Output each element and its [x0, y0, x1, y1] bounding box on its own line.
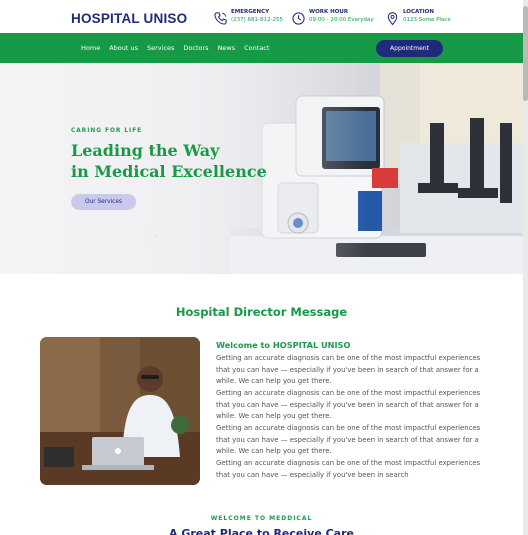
- work-hour-value: 09:00 - 20:00 Everyday: [309, 17, 374, 23]
- work-hour-label: WORK HOUR: [309, 9, 349, 15]
- emergency-label: EMERGENCY: [231, 9, 270, 15]
- page-scrollbar[interactable]: [523, 0, 528, 535]
- director-photo: [40, 337, 200, 485]
- hero-eyebrow: CARING FOR LIFE: [71, 128, 143, 134]
- emergency-info: EMERGENCY (237) 681-812-255: [213, 9, 283, 26]
- welcome-section-eyebrow: WELCOME TO MEDDICAL: [210, 515, 313, 522]
- phone-icon: [214, 12, 227, 25]
- location-info: LOCATION 0123 Some Place: [385, 9, 451, 26]
- director-paragraph-4: Getting an accurate diagnosis can be one…: [216, 459, 481, 479]
- nav-doctors[interactable]: Doctors: [183, 44, 208, 52]
- nav-services[interactable]: Services: [147, 44, 174, 52]
- location-pin-icon: [387, 12, 398, 26]
- director-paragraph-3: Getting an accurate diagnosis can be one…: [216, 424, 481, 456]
- nav-home[interactable]: Home: [81, 44, 100, 52]
- nav-contact[interactable]: Contact: [244, 44, 269, 52]
- nav-news[interactable]: News: [218, 44, 236, 52]
- page: HOSPITAL UNISO EMERGENCY (237) 681-812-2…: [0, 0, 523, 535]
- hero-title-line1: Leading the Way: [71, 141, 220, 160]
- location-value: 0123 Some Place: [403, 17, 451, 23]
- emergency-phone[interactable]: (237) 681-812-255: [231, 16, 283, 24]
- director-welcome-heading: Welcome to HOSPITAL UNISO: [216, 340, 351, 350]
- hero-title: Leading the Way in Medical Excellence: [71, 140, 267, 182]
- location-label: LOCATION: [403, 9, 434, 15]
- hero-title-line2: in Medical Excellence: [71, 162, 267, 181]
- director-paragraph-2: Getting an accurate diagnosis can be one…: [216, 389, 481, 421]
- top-bar: HOSPITAL UNISO EMERGENCY (237) 681-812-2…: [0, 0, 523, 33]
- welcome-section-title: A Great Place to Receive Care: [168, 527, 354, 535]
- our-services-button[interactable]: Our Services: [71, 194, 136, 210]
- main-nav: Home About us Services Doctors News Cont…: [0, 33, 523, 63]
- nav-about-us[interactable]: About us: [109, 44, 138, 52]
- director-section-title: Hospital Director Message: [175, 305, 348, 319]
- scrollbar-thumb[interactable]: [523, 6, 528, 101]
- appointment-button[interactable]: Appointment: [376, 40, 443, 57]
- clock-icon: [292, 12, 305, 25]
- director-paragraph-1: Getting an accurate diagnosis can be one…: [216, 354, 481, 386]
- site-logo[interactable]: HOSPITAL UNISO: [71, 11, 187, 26]
- work-hour-info: WORK HOUR 09:00 - 20:00 Everyday: [291, 9, 374, 26]
